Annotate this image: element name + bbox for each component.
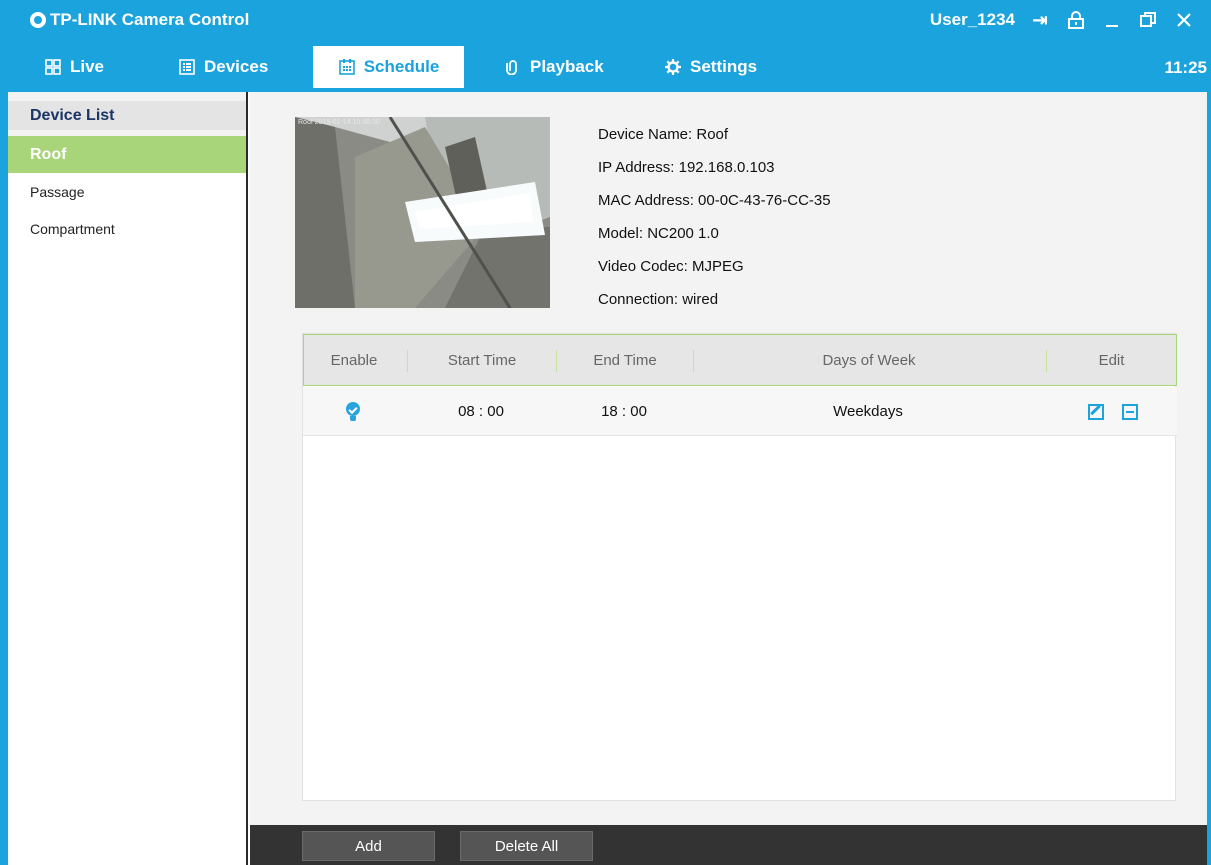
window-controls: User_1234 ⇥ [930, 9, 1195, 31]
tab-playback[interactable]: Playback [490, 46, 618, 88]
start-time-cell: 08 : 00 [458, 403, 504, 420]
sidebar-item-passage[interactable]: Passage [8, 173, 246, 210]
device-connection: Connection: wired [598, 291, 719, 308]
remove-icon[interactable] [1122, 403, 1138, 420]
lock-icon[interactable] [1065, 9, 1087, 31]
sidebar-item-roof[interactable]: Roof [8, 136, 246, 173]
title-bar[interactable]: TP-LINK Camera Control User_1234 ⇥ [8, 0, 1207, 42]
tab-playback-label: Playback [530, 57, 604, 76]
device-codec: Video Codec: MJPEG [598, 258, 744, 275]
camera-logo-icon [30, 12, 46, 28]
device-ip: IP Address: 192.168.0.103 [598, 159, 775, 176]
schedule-table-header: Enable Start Time End Time Days of Week … [303, 334, 1177, 386]
device-mac: MAC Address: 00-0C-43-76-CC-35 [598, 192, 831, 209]
end-time-cell: 18 : 00 [601, 403, 647, 420]
tab-live-label: Live [70, 57, 105, 76]
gear-icon [664, 58, 682, 76]
main-nav: Live Devices Schedule Playback Settings [8, 42, 1207, 92]
device-name: Device Name: Roof [598, 126, 729, 143]
device-info: Device Name: Roof IP Address: 192.168.0.… [598, 118, 831, 316]
user-name[interactable]: User_1234 [930, 10, 1015, 30]
edit-cell [1063, 387, 1163, 436]
column-enable: Enable [330, 351, 378, 369]
schedule-panel: Roof 2015-01-14 10:48:30 Device Name: Ro… [250, 92, 1207, 825]
app-title-text: TP-LINK Camera Control [50, 10, 250, 29]
enabled-bulb-icon[interactable] [346, 401, 360, 422]
enable-cell [303, 387, 403, 436]
camera-preview: Roof 2015-01-14 10:48:30 [295, 117, 550, 308]
clip-icon [504, 58, 522, 76]
device-list-sidebar: Device List Roof Passage Compartment [8, 92, 248, 865]
bulb-base [350, 415, 356, 421]
column-days-of-week: Days of Week [822, 351, 916, 369]
add-button[interactable]: Add [302, 831, 435, 861]
app-title: TP-LINK Camera Control [30, 10, 249, 30]
schedule-table: Enable Start Time End Time Days of Week … [302, 333, 1177, 801]
device-list-header: Device List [8, 92, 246, 136]
list-icon [178, 58, 196, 76]
bulb-glass [346, 401, 360, 416]
tab-schedule[interactable]: Schedule [313, 46, 464, 88]
column-start-time: Start Time [447, 351, 517, 369]
tab-settings-label: Settings [690, 57, 758, 76]
minimize-icon[interactable] [1101, 9, 1123, 31]
tab-live[interactable]: Live [30, 46, 118, 88]
sidebar-item-compartment[interactable]: Compartment [8, 210, 246, 247]
tab-schedule-label: Schedule [363, 57, 440, 76]
tab-settings[interactable]: Settings [650, 46, 771, 88]
app-window: TP-LINK Camera Control User_1234 ⇥ Live … [0, 0, 1211, 865]
schedule-row[interactable]: 08 : 00 18 : 00 Weekdays [303, 387, 1177, 436]
camera-snapshot-image [295, 117, 550, 308]
logout-icon[interactable]: ⇥ [1029, 9, 1051, 31]
days-cell: Weekdays [833, 403, 903, 420]
device-model: Model: NC200 1.0 [598, 225, 719, 242]
clock: 11:25 [1164, 58, 1207, 77]
calendar-icon [338, 58, 356, 76]
tab-devices[interactable]: Devices [164, 46, 282, 88]
close-icon[interactable] [1173, 9, 1195, 31]
column-end-time: End Time [593, 351, 657, 369]
tab-devices-label: Devices [204, 57, 269, 76]
footer-bar: Add Delete All [250, 825, 1207, 865]
column-edit: Edit [1098, 351, 1125, 369]
delete-all-button[interactable]: Delete All [460, 831, 593, 861]
preview-timestamp: Roof 2015-01-14 10:48:30 [298, 119, 380, 126]
restore-icon[interactable] [1137, 9, 1159, 31]
grid-icon [44, 58, 62, 76]
edit-icon[interactable] [1088, 403, 1104, 420]
